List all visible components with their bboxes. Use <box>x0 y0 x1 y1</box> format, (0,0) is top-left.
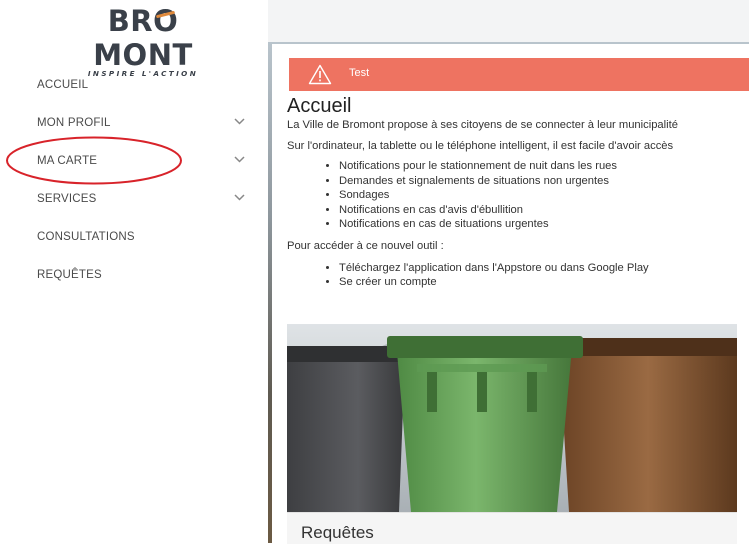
steps-list: Téléchargez l'application dans l'Appstor… <box>287 261 749 290</box>
sidebar-item-mon-profil[interactable]: MON PROFIL <box>0 104 268 142</box>
sidebar-item-accueil[interactable]: ACCUEIL <box>0 66 268 104</box>
logo-wordmark: BROMONT <box>93 4 193 72</box>
list-item: Notifications en cas de situations urgen… <box>339 217 749 232</box>
list-item: Notifications en cas d'avis d'ébullition <box>339 203 749 218</box>
list-item: Sondages <box>339 188 749 203</box>
sidebar-item-label: CONSULTATIONS <box>37 231 135 243</box>
chevron-down-icon[interactable] <box>234 156 245 163</box>
chevron-down-icon[interactable] <box>234 118 245 125</box>
alert-banner: Test <box>289 58 749 91</box>
sidebar: BROMONT INSPIRE L'ACTION ACCUEIL MON PRO… <box>0 0 268 543</box>
top-bar <box>268 0 749 42</box>
list-item: Téléchargez l'application dans l'Appstor… <box>339 261 749 276</box>
bins-illustration <box>287 324 737 512</box>
alert-text: Test <box>349 67 370 79</box>
sidebar-item-services[interactable]: SERVICES <box>0 180 268 218</box>
sidebar-nav: ACCUEIL MON PROFIL MA CARTE SERVICES CON… <box>0 66 268 294</box>
sidebar-item-label: SERVICES <box>37 193 97 205</box>
sidebar-item-label: MON PROFIL <box>37 117 111 129</box>
list-item: Notifications pour le stationnement de n… <box>339 159 749 174</box>
access-intro: Pour accéder à ce nouvel outil : <box>287 239 444 252</box>
warning-icon <box>308 64 332 85</box>
devices-text: Sur l'ordinateur, la tablette ou le télé… <box>287 140 674 152</box>
bromont-logo[interactable]: BROMONT INSPIRE L'ACTION <box>62 4 224 78</box>
sidebar-item-ma-carte[interactable]: MA CARTE <box>0 142 268 180</box>
chevron-down-icon[interactable] <box>234 194 245 201</box>
list-item: Demandes et signalements de situations n… <box>339 174 749 189</box>
requetes-card-header[interactable]: Requêtes <box>287 512 737 544</box>
intro-text: La Ville de Bromont propose à ses citoye… <box>287 119 678 131</box>
list-item: Se créer un compte <box>339 275 749 290</box>
card-title: Requêtes <box>301 523 374 542</box>
features-list: Notifications pour le stationnement de n… <box>287 159 749 232</box>
sidebar-item-label: ACCUEIL <box>37 79 89 91</box>
sidebar-item-requetes[interactable]: REQUÊTES <box>0 256 268 294</box>
sidebar-item-consultations[interactable]: CONSULTATIONS <box>0 218 268 256</box>
page-title: Accueil <box>287 95 352 117</box>
garbage-bins-image <box>287 324 737 512</box>
sidebar-item-label: REQUÊTES <box>37 269 102 281</box>
sidebar-item-label: MA CARTE <box>37 155 98 167</box>
main-content: Accueil La Ville de Bromont propose à se… <box>287 94 749 290</box>
